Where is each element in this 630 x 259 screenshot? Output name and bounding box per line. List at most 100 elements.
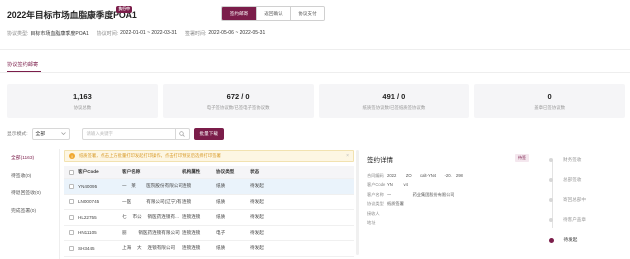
stat-label: 盖章已签协议数	[534, 104, 565, 110]
timeline-label: 财务签收	[563, 157, 582, 162]
meta-sign-label: 签署时间:	[184, 31, 207, 37]
cell-name: 上海 大 连锁有限公司	[122, 245, 176, 251]
select-all-checkbox[interactable]	[64, 169, 78, 175]
cell-type: 纸质	[216, 214, 226, 220]
tab-return-confirm[interactable]: 返回确认	[257, 7, 291, 20]
column-header[interactable]: 机构属性	[182, 169, 216, 175]
meta-sign-value: 2022-05-06 ~ 2022-05-31	[208, 30, 266, 36]
cell-status: 待发起	[250, 183, 264, 189]
detail-key: 客户Code	[367, 182, 386, 188]
cell-code: HN11105	[78, 230, 97, 236]
timeline-dot	[549, 158, 553, 162]
cell-name: 七 市公 销医药连锁有...	[122, 214, 179, 220]
table-row[interactable]: HL22755 七 市公 销医药连锁有... 连锁连锁 纸质 待发起	[64, 210, 354, 226]
cell-code: LN000745	[78, 199, 100, 205]
cell-code: HL22755	[78, 214, 97, 220]
table-row[interactable]: HN11105 丽 销医药连锁有限公司 连锁连锁 电子 待发起	[64, 226, 354, 241]
filter-bar: 显示模式: 全部 请输入关键字 批量下载	[7, 127, 224, 140]
timeline-step: 总部签收	[545, 170, 625, 190]
table-row[interactable]: LN000745 一医 有限公司(辽宁)有... 连锁 纸质 待发起	[64, 195, 354, 210]
warning-icon: !	[69, 153, 75, 159]
stat-card-electronic: 672 / 0 电子签协议数/已签电子签协议数	[162, 84, 314, 118]
detail-key: 客户名称	[367, 191, 384, 197]
search-button[interactable]	[175, 127, 190, 140]
detail-panel: 签约详情 待签 合同编码 2022 ZO calt-YN4 -20. 298 客户…	[337, 147, 529, 259]
row-checkbox[interactable]	[64, 199, 78, 205]
agreement-meta: 协议类型: 目标市场血脂康季度POA1 协议时间: 2022-01-01 ~ 2…	[7, 30, 273, 37]
sidebar-divider	[59, 149, 60, 259]
tab-agreement-sign-mail[interactable]: 协议签约邮寄	[7, 61, 38, 68]
display-mode-select[interactable]: 全部	[31, 127, 70, 140]
timeline-step: 待客户盖章	[545, 210, 625, 230]
timeline-dot	[549, 198, 553, 202]
cell-status: 待发起	[250, 229, 264, 235]
detail-row: 接收人	[367, 209, 529, 219]
search-input[interactable]: 请输入关键字	[81, 127, 176, 140]
select-value: 全部	[35, 132, 46, 137]
stats-row: 1,163 协议总数 672 / 0 电子签协议数/已签电子签协议数 491 /…	[7, 84, 625, 118]
agreement-table: 客户Code 客户名称 机构属性 协议类型 状态 YN40095 一 莱 医院股…	[64, 166, 354, 257]
cell-org: 连锁	[182, 198, 192, 204]
detail-title: 签约详情	[367, 157, 393, 164]
detail-row: 客户Code YN v4	[367, 181, 529, 191]
section-divider	[0, 72, 630, 73]
cell-type: 纸质	[216, 245, 226, 251]
detail-row: 协议类型 纸质签署	[367, 200, 529, 210]
cell-status: 待发起	[250, 214, 264, 220]
sidebar-item-pending-return[interactable]: 待退回签收(0)	[7, 184, 57, 202]
status-badge: 执行中	[116, 6, 133, 13]
timeline-step: 财务签收	[545, 150, 625, 170]
detail-key: 地址	[367, 220, 376, 226]
stat-number: 491 / 0	[382, 91, 406, 101]
detail-status-badge: 待签	[515, 154, 529, 162]
timeline-label: 待发起	[563, 237, 578, 242]
cell-status: 待发起	[250, 198, 264, 204]
progress-timeline: 财务签收 总部签收 寄回总部中 待客户盖章 待发起	[545, 150, 625, 250]
detail-value: 纸质签署	[387, 201, 404, 207]
detail-content: 签约详情 待签 合同编码 2022 ZO calt-YN4 -20. 298 客户…	[367, 147, 529, 259]
display-mode-label: 显示模式:	[7, 132, 28, 137]
row-checkbox[interactable]	[64, 245, 78, 251]
stat-number: 672 / 0	[226, 91, 250, 101]
column-header[interactable]: 客户Code	[78, 169, 122, 175]
status-sidebar: 全部(1163) 待签收(0) 待退回签收(0) 完成签署(0)	[7, 149, 57, 219]
stat-label: 电子签协议数/已签电子签协议数	[206, 104, 270, 110]
cell-name: 一医 有限公司(辽宁)有...	[122, 198, 182, 204]
timeline-step: 寄回总部中	[545, 190, 625, 210]
stage-tabs: 签约邮寄 返回确认 协议支付	[221, 6, 325, 21]
batch-download-button[interactable]: 批量下载	[193, 127, 224, 140]
row-checkbox[interactable]	[64, 214, 78, 220]
column-header[interactable]: 状态	[250, 169, 290, 175]
cell-type: 电子	[216, 229, 226, 235]
warning-text: 纸质签署，点击上方批量打印发起打印操作，点击打印预览后选择打印签署	[79, 153, 221, 158]
row-checkbox[interactable]	[64, 230, 78, 236]
cell-name: 丽 销医药连锁有限公司	[122, 229, 180, 235]
sidebar-item-pending-receipt[interactable]: 待签收(0)	[7, 167, 57, 185]
search-icon	[179, 130, 185, 137]
column-header[interactable]: 客户名称	[122, 169, 182, 175]
timeline-dot	[549, 178, 553, 182]
detail-key: 协议类型	[367, 201, 384, 207]
timeline-dot	[549, 218, 553, 222]
stat-card-stamped: 0 盖章已签协议数	[474, 84, 625, 118]
table-row[interactable]: SH3445 上海 大 连锁有限公司 连锁连锁 纸质 待发起	[64, 241, 354, 257]
tab-sign-mail[interactable]: 签约邮寄	[222, 7, 257, 20]
sidebar-item-all[interactable]: 全部(1163)	[7, 149, 57, 167]
timeline-dot	[548, 237, 554, 243]
sidebar-item-completed[interactable]: 完成签署(0)	[7, 202, 57, 220]
column-header[interactable]: 协议类型	[216, 169, 250, 175]
cell-org: 连锁连锁	[182, 214, 201, 220]
tab-payment[interactable]: 协议支付	[291, 7, 324, 20]
detail-value: 一 药业集团股份有限公司	[387, 191, 455, 197]
detail-row: 客户名称一 药业集团股份有限公司	[367, 190, 529, 200]
detail-key: 接收人	[367, 210, 380, 216]
table-header-row: 客户Code 客户名称 机构属性 协议类型 状态	[64, 166, 354, 179]
cell-code: YN40095	[78, 183, 98, 189]
detail-row: 地址	[367, 219, 529, 229]
cell-type: 纸质	[216, 198, 226, 204]
row-checkbox[interactable]	[64, 183, 78, 189]
header-divider	[0, 49, 630, 50]
meta-period-label: 协议时间:	[96, 31, 119, 37]
cell-status: 待发起	[250, 245, 264, 251]
table-row[interactable]: YN40095 一 莱 医院股份有限公司 连锁 纸质 待发起	[64, 179, 354, 195]
